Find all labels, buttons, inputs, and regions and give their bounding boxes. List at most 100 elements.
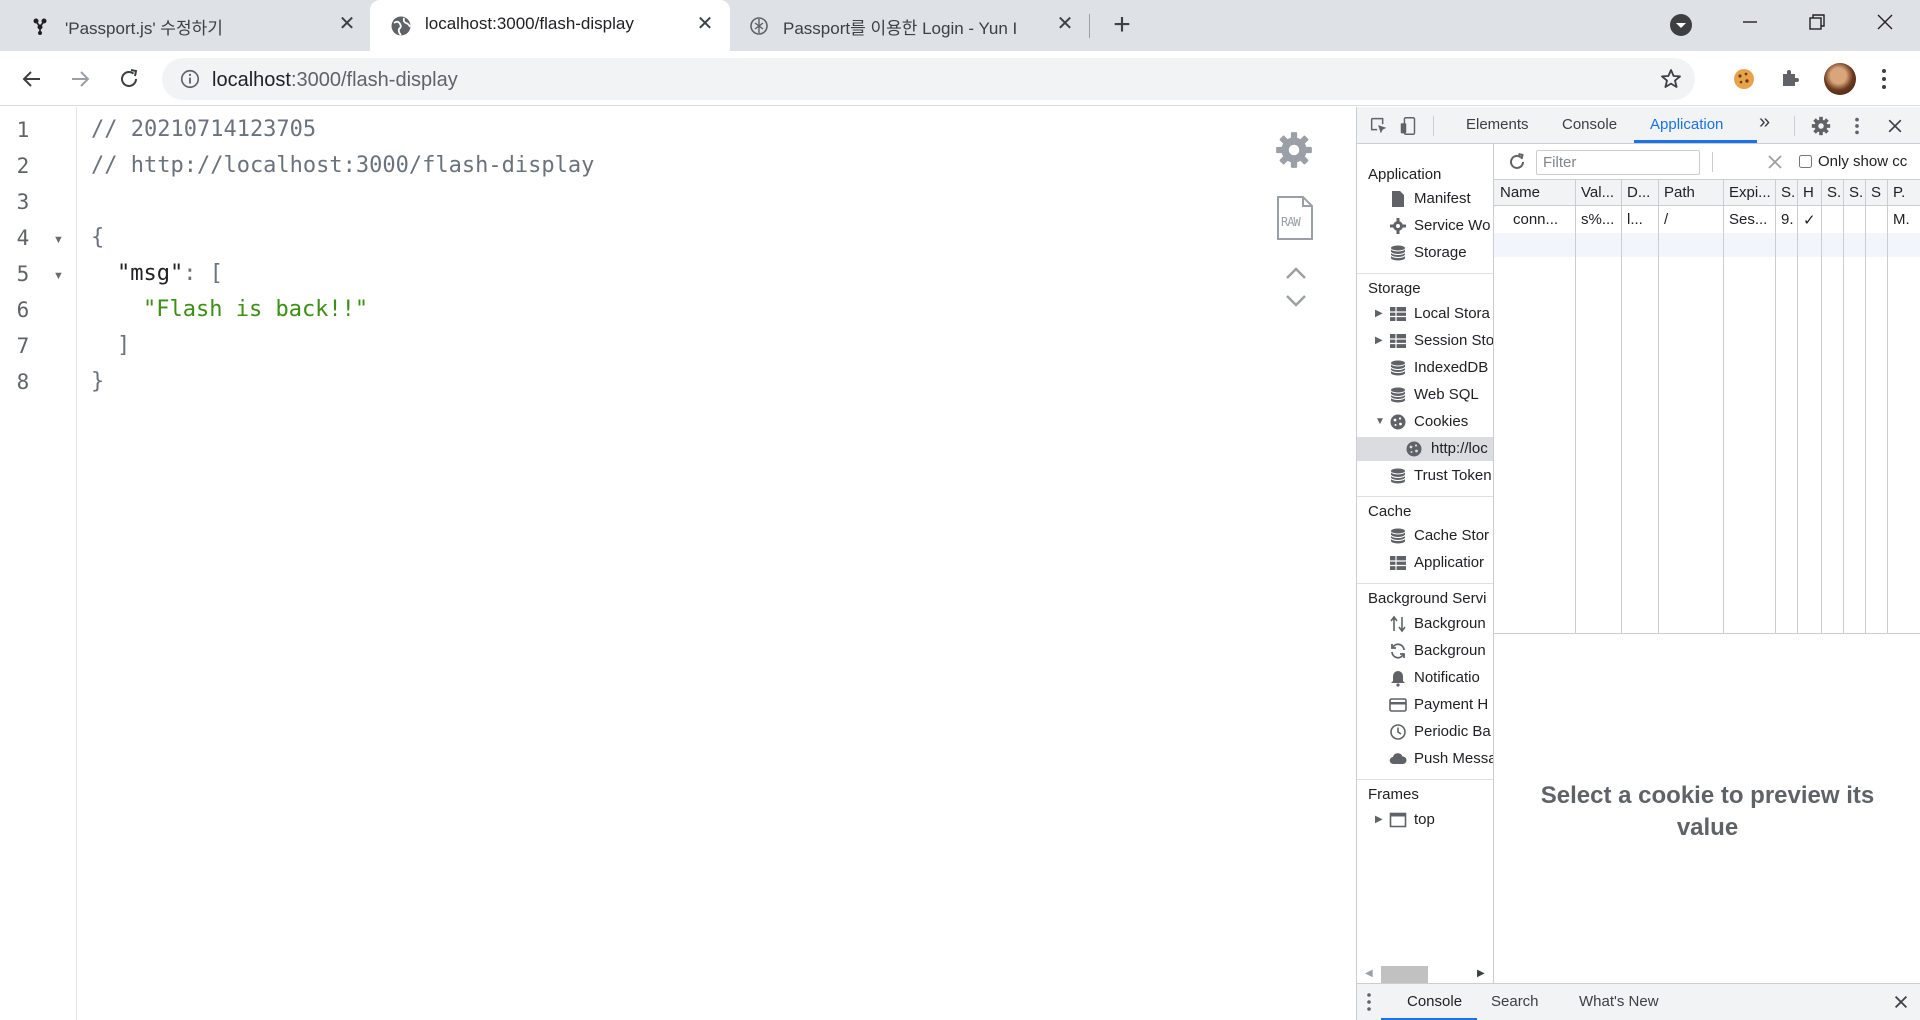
gear-icon[interactable]: [1273, 129, 1315, 171]
drawer-tab-console[interactable]: Console: [1407, 993, 1462, 1010]
minimize-button[interactable]: [1738, 10, 1762, 34]
sidebar-item-trust-tokens[interactable]: Trust Token: [1357, 464, 1493, 488]
sidebar-item-web-sql[interactable]: Web SQL: [1357, 383, 1493, 407]
sidebar-item-background-fetch[interactable]: Backgroun: [1357, 612, 1493, 636]
clear-all-icon[interactable]: [1767, 154, 1783, 170]
devtools-close-button[interactable]: [1883, 114, 1907, 138]
drawer-tab-whats-new[interactable]: What's New: [1579, 993, 1659, 1010]
column-divider[interactable]: [1575, 180, 1576, 633]
column-header-expires[interactable]: Expi...: [1723, 180, 1775, 206]
scroll-left-icon[interactable]: ◀: [1365, 968, 1373, 979]
column-divider[interactable]: [1843, 180, 1844, 633]
sidebar-item-manifest[interactable]: Manifest: [1357, 187, 1493, 211]
tab-search-button[interactable]: [1670, 14, 1692, 36]
sidebar-item-periodic-background-sync[interactable]: Periodic Ba: [1357, 720, 1493, 744]
drawer-tab-search[interactable]: Search: [1491, 993, 1539, 1010]
column-header-samesite[interactable]: S.: [1843, 180, 1865, 206]
scrollbar-thumb[interactable]: [1381, 966, 1428, 984]
device-toolbar-button[interactable]: [1397, 114, 1421, 138]
forward-button[interactable]: [64, 63, 96, 95]
bell-icon: [1391, 671, 1405, 687]
column-header-priority[interactable]: P.: [1887, 180, 1920, 206]
expand-arrow-icon[interactable]: ▶: [1375, 814, 1383, 825]
tab-application[interactable]: Application: [1650, 116, 1723, 133]
sidebar-item-storage[interactable]: Storage: [1357, 241, 1493, 265]
profile-avatar[interactable]: [1824, 63, 1856, 95]
close-tab-icon[interactable]: ✕: [336, 13, 358, 35]
address-bar[interactable]: localhost:3000/flash-display: [162, 58, 1695, 100]
kebab-menu-icon[interactable]: [1363, 990, 1375, 1014]
chevron-up-icon[interactable]: [1283, 265, 1309, 281]
column-divider[interactable]: [1797, 180, 1798, 633]
column-divider[interactable]: [1723, 180, 1724, 633]
sidebar-item-cookie-origin[interactable]: http://loc: [1357, 437, 1493, 461]
collapse-arrow-icon[interactable]: ▼: [1375, 416, 1385, 427]
column-divider[interactable]: [1887, 180, 1888, 633]
extensions-button[interactable]: [1778, 66, 1804, 92]
tab-console[interactable]: Console: [1562, 116, 1617, 133]
column-header-path[interactable]: Path: [1658, 180, 1723, 206]
scroll-right-icon[interactable]: ▶: [1477, 968, 1485, 979]
sidebar-item-frame-top[interactable]: ▶ top: [1357, 808, 1493, 832]
table-row[interactable]: conn... s%... l... / Ses... 9. ✓ M.: [1494, 207, 1920, 233]
sidebar-item-cookies[interactable]: ▼ Cookies: [1357, 410, 1493, 434]
column-header-value[interactable]: Val...: [1575, 180, 1621, 206]
column-divider[interactable]: [1865, 180, 1866, 633]
sidebar-item-cache-storage[interactable]: Cache Stor: [1357, 524, 1493, 548]
column-header-secure[interactable]: S.: [1821, 180, 1843, 206]
star-icon[interactable]: [1659, 67, 1683, 91]
restore-button[interactable]: [1805, 10, 1829, 34]
fold-toggle-icon[interactable]: ▼: [53, 234, 64, 246]
column-divider[interactable]: [1621, 180, 1622, 633]
expand-arrow-icon[interactable]: ▶: [1375, 308, 1383, 319]
fold-toggle-icon[interactable]: ▼: [53, 270, 64, 282]
column-header-sameparty[interactable]: S: [1865, 180, 1887, 206]
column-divider[interactable]: [1775, 180, 1776, 633]
menu-button[interactable]: [1872, 65, 1896, 93]
sidebar-item-push-messaging[interactable]: Push Messa: [1357, 747, 1493, 771]
only-show-checkbox[interactable]: [1799, 155, 1812, 168]
section-divider: [1357, 583, 1493, 584]
chevron-down-icon[interactable]: [1283, 293, 1309, 309]
column-header-domain[interactable]: D...: [1621, 180, 1658, 206]
inspect-element-button[interactable]: [1367, 114, 1391, 138]
tab-passport-login[interactable]: Passport를 이용한 Login - Yun I ✕: [730, 0, 1090, 51]
column-divider[interactable]: [1821, 180, 1822, 633]
sidebar-item-notifications[interactable]: Notificatio: [1357, 666, 1493, 690]
devtools-menu-button[interactable]: [1845, 114, 1869, 138]
sidebar-item-service-workers[interactable]: Service Wo: [1357, 214, 1493, 238]
filter-input[interactable]: [1536, 150, 1700, 175]
new-tab-button[interactable]: +: [1108, 10, 1136, 40]
sidebar-item-indexeddb[interactable]: IndexedDB: [1357, 356, 1493, 380]
column-divider[interactable]: [1658, 180, 1659, 633]
close-drawer-icon[interactable]: [1892, 993, 1910, 1011]
info-icon[interactable]: [179, 68, 201, 90]
back-button[interactable]: [16, 63, 48, 95]
column-header-name[interactable]: Name: [1494, 180, 1575, 206]
sidebar-item-background-sync[interactable]: Backgroun: [1357, 639, 1493, 663]
kebab-menu-icon: [1855, 117, 1859, 135]
close-tab-icon[interactable]: ✕: [1054, 13, 1076, 35]
sidebar-item-application-cache[interactable]: Applicatior: [1357, 551, 1493, 575]
sidebar-item-session-storage[interactable]: ▶ Session Sto: [1357, 329, 1493, 353]
devtools-settings-button[interactable]: [1809, 114, 1833, 138]
raw-button[interactable]: RAW: [1276, 195, 1314, 241]
sidebar-item-payment-handler[interactable]: Payment H: [1357, 693, 1493, 717]
line-number: 3: [16, 190, 30, 214]
only-show-issues-toggle[interactable]: Only show cc: [1799, 153, 1907, 170]
expand-arrow-icon[interactable]: ▶: [1375, 335, 1383, 346]
tab-elements[interactable]: Elements: [1466, 116, 1529, 133]
close-tab-icon[interactable]: ✕: [694, 13, 716, 35]
reload-button[interactable]: [113, 63, 145, 95]
refresh-icon[interactable]: [1507, 152, 1527, 172]
sidebar-item-local-storage[interactable]: ▶ Local Stora: [1357, 302, 1493, 326]
chevron-down-icon: [1676, 23, 1686, 28]
browser-toolbar: localhost:3000/flash-display: [0, 51, 1920, 106]
cookie-extension-button[interactable]: [1731, 66, 1757, 92]
column-header-httponly[interactable]: H: [1797, 180, 1821, 206]
tab-velog[interactable]: 'Passport.js' 수정하기 ✕: [0, 0, 370, 51]
close-window-button[interactable]: [1873, 10, 1897, 34]
more-tabs-button[interactable]: »: [1759, 111, 1770, 134]
column-header-size[interactable]: S.: [1775, 180, 1797, 206]
tab-localhost[interactable]: localhost:3000/flash-display ✕: [370, 0, 730, 51]
